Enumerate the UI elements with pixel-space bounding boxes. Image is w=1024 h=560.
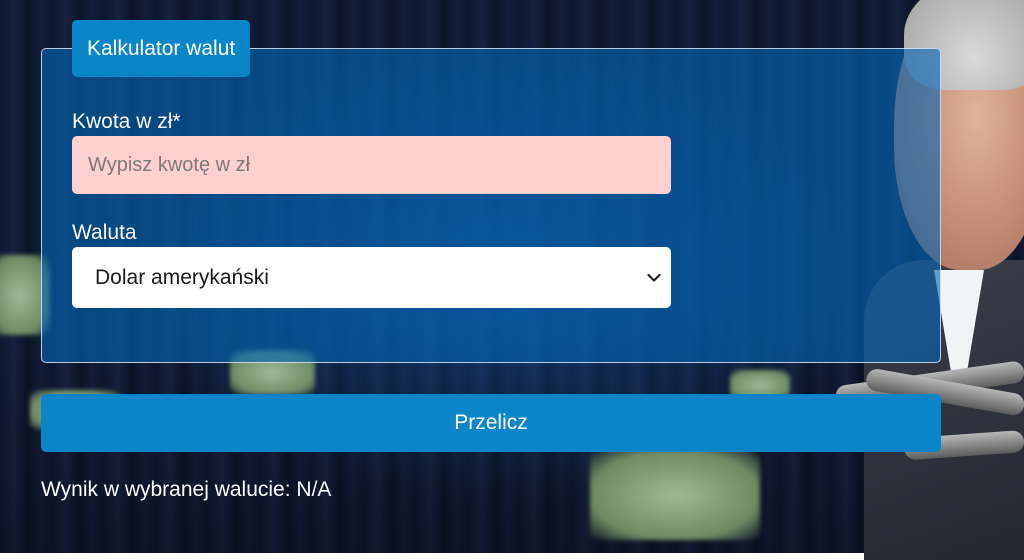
chevron-down-icon bbox=[646, 270, 662, 286]
calculator-panel bbox=[41, 48, 941, 363]
currency-label: Waluta bbox=[72, 221, 137, 244]
calculator-legend: Kalkulator walut bbox=[72, 20, 251, 77]
currency-selected-value: Dolar amerykański bbox=[95, 265, 269, 289]
convert-button[interactable]: Przelicz bbox=[41, 394, 941, 452]
currency-select[interactable]: Dolar amerykański bbox=[72, 247, 671, 308]
result-text: Wynik w wybranej walucie: N/A bbox=[41, 478, 331, 502]
banknote-decoration bbox=[590, 450, 760, 540]
result-label: Wynik w wybranej walucie: bbox=[41, 478, 291, 501]
amount-input[interactable] bbox=[72, 136, 671, 194]
amount-label: Kwota w zł* bbox=[72, 110, 181, 133]
result-value: N/A bbox=[296, 478, 332, 501]
